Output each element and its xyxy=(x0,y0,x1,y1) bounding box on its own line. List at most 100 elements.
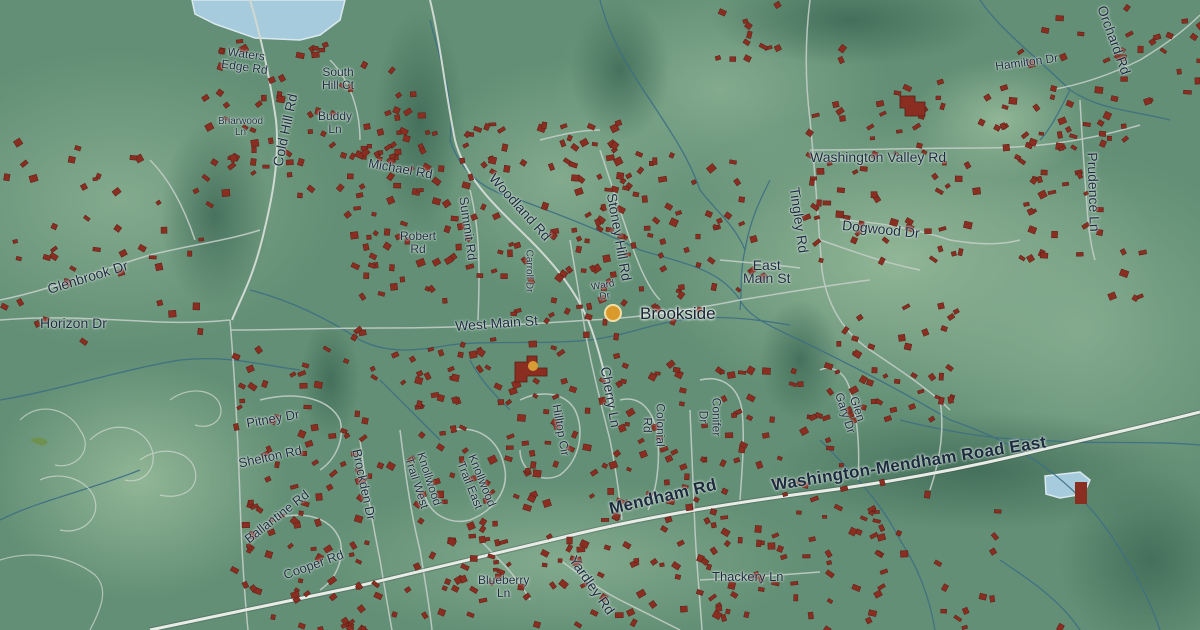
building xyxy=(695,233,701,240)
building xyxy=(299,382,308,389)
building xyxy=(541,562,548,568)
building xyxy=(450,215,459,222)
building xyxy=(550,297,558,304)
building xyxy=(528,449,536,457)
building xyxy=(187,250,193,257)
building xyxy=(571,174,580,182)
building xyxy=(3,173,11,182)
road-label-south-hill[interactable]: South Hill Ct xyxy=(322,66,354,92)
building xyxy=(455,243,462,251)
building xyxy=(221,188,231,197)
road-label-horizon[interactable]: Horizon Dr xyxy=(40,316,107,330)
road-label-ward[interactable]: Ward Dr xyxy=(590,278,617,304)
building xyxy=(633,557,640,563)
town-label-brookside[interactable]: Brookside xyxy=(640,305,716,322)
building xyxy=(1183,89,1192,95)
building xyxy=(439,430,446,436)
building xyxy=(659,562,665,568)
building xyxy=(810,176,817,181)
road-label-east-main[interactable]: East Main St xyxy=(743,258,790,285)
building xyxy=(822,200,832,206)
building xyxy=(399,276,406,283)
building xyxy=(575,245,583,254)
building xyxy=(129,155,138,161)
road-label-briarwood[interactable]: Briarwood Ln xyxy=(218,116,263,138)
building xyxy=(366,234,372,240)
building xyxy=(761,367,771,375)
road-label-robert[interactable]: Robert Rd xyxy=(400,230,436,256)
road-label-conifer[interactable]: Conifer Dr xyxy=(696,398,723,437)
building xyxy=(654,371,661,376)
town-marker-icon[interactable] xyxy=(604,304,622,322)
building xyxy=(438,165,445,172)
road-label-carroll[interactable]: Carroll Dr xyxy=(523,250,534,293)
building xyxy=(680,605,688,613)
building xyxy=(695,261,702,269)
building xyxy=(935,95,941,101)
building xyxy=(924,228,932,234)
building xyxy=(449,472,456,479)
topographic-map[interactable]: Brookside Washington-Mendham Road East M… xyxy=(0,0,1200,630)
building xyxy=(160,226,168,234)
building xyxy=(938,372,944,381)
building xyxy=(1120,123,1127,129)
building xyxy=(377,150,384,155)
building xyxy=(366,143,373,149)
building xyxy=(600,518,610,522)
road-label-buddy[interactable]: Buddy Ln xyxy=(318,110,352,136)
building xyxy=(796,510,802,515)
building xyxy=(710,282,718,292)
building xyxy=(767,542,776,550)
building xyxy=(818,257,824,264)
building xyxy=(989,595,996,603)
building xyxy=(507,249,513,258)
building xyxy=(1137,45,1144,54)
building xyxy=(724,432,734,439)
building xyxy=(725,608,731,615)
road-label-prudence[interactable]: Prudence Ln xyxy=(1084,152,1103,232)
building xyxy=(468,533,477,539)
building xyxy=(937,302,945,310)
building xyxy=(1038,131,1045,136)
building xyxy=(297,192,303,199)
building xyxy=(947,396,954,404)
building xyxy=(1040,169,1048,176)
building xyxy=(584,238,590,244)
building xyxy=(286,171,293,178)
building xyxy=(267,137,274,145)
building xyxy=(424,129,431,136)
building xyxy=(652,157,658,165)
road-label-colonial[interactable]: Colonial Rd xyxy=(641,403,668,446)
building xyxy=(719,369,725,375)
building xyxy=(1094,86,1104,94)
building xyxy=(737,370,747,375)
building xyxy=(92,177,98,182)
building xyxy=(816,199,822,207)
building xyxy=(532,469,542,478)
building xyxy=(293,521,302,529)
road-label-washington-valley[interactable]: Washington Valley Rd xyxy=(810,150,946,164)
building xyxy=(963,220,973,230)
building xyxy=(808,179,815,187)
building xyxy=(457,351,464,359)
building xyxy=(1106,135,1112,141)
building xyxy=(632,191,640,198)
building xyxy=(900,550,909,558)
building xyxy=(583,331,590,338)
building xyxy=(348,552,355,558)
building xyxy=(389,282,399,291)
building xyxy=(1051,230,1058,239)
building xyxy=(388,264,395,272)
building xyxy=(624,422,630,427)
road-label-blueberry[interactable]: Blueberry Ln xyxy=(478,574,529,600)
building xyxy=(528,340,538,348)
building xyxy=(816,167,825,175)
building xyxy=(1061,181,1070,187)
building xyxy=(416,187,424,193)
building xyxy=(826,445,835,451)
building xyxy=(311,51,320,59)
building xyxy=(235,38,244,44)
road-label-thackery[interactable]: Thackery Ln xyxy=(712,570,784,583)
building xyxy=(262,164,270,169)
building xyxy=(544,440,552,445)
